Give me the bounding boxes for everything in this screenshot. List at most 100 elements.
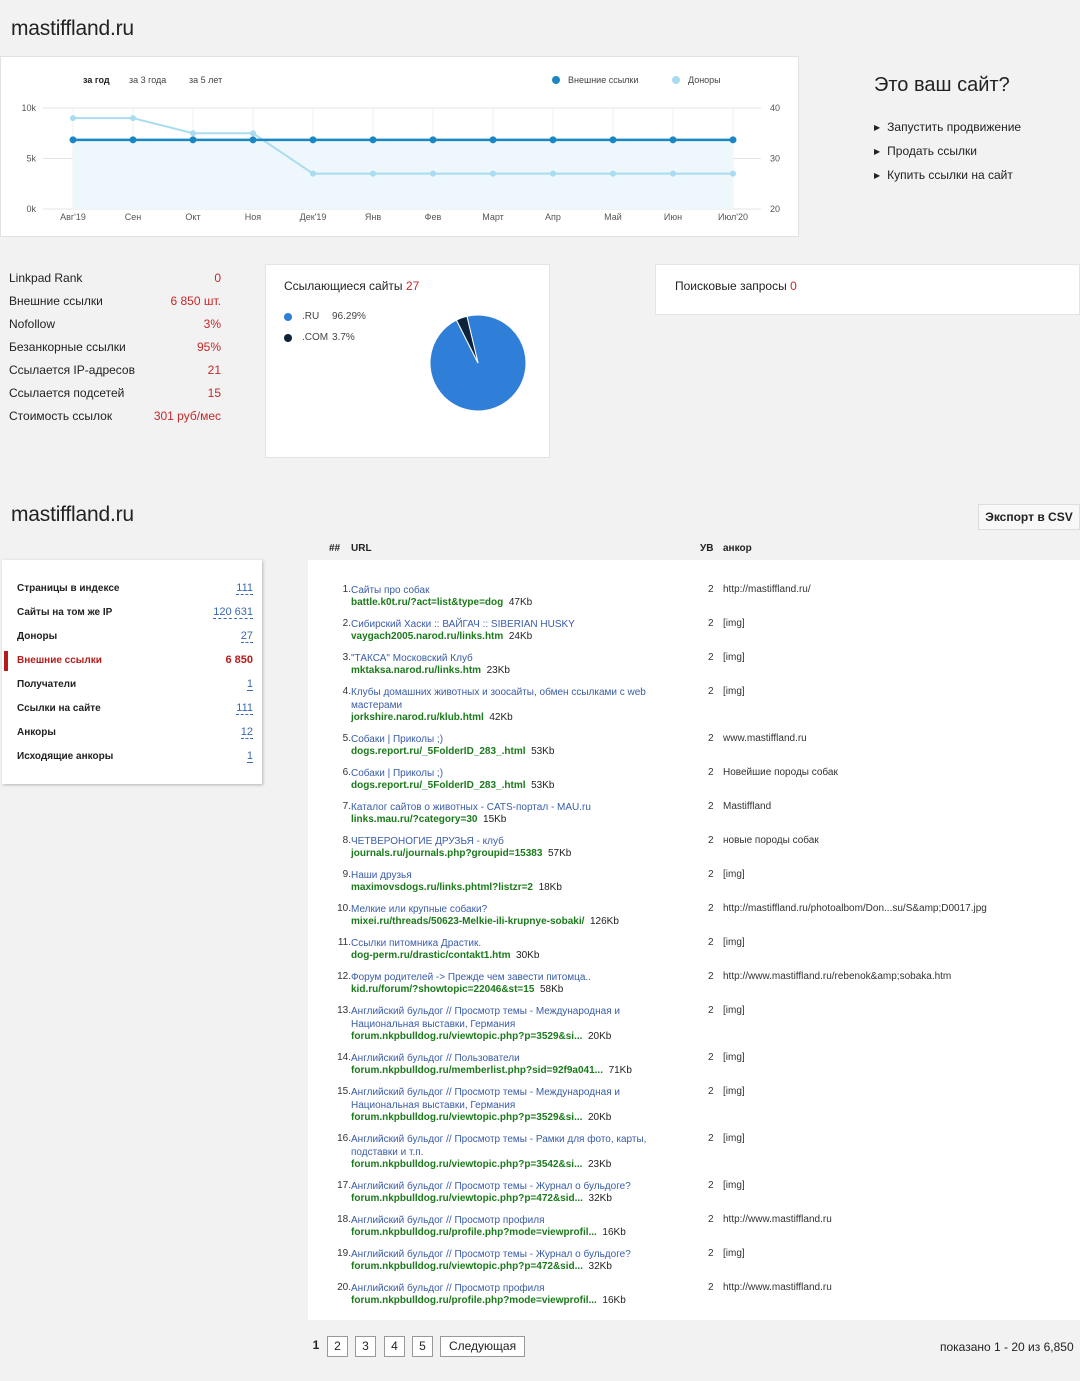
nav-item-label: Внешние ссылки	[17, 655, 102, 666]
row-title-link[interactable]: Собаки | Приколы ;)	[351, 767, 681, 780]
promo-link-promote[interactable]: ▶ Запустить продвижение	[874, 120, 1021, 134]
row-url-link[interactable]: forum.nkpbulldog.ru/profile.php?mode=vie…	[351, 1295, 597, 1306]
row-title-link[interactable]: Английский бульдог // Пользователи	[351, 1052, 681, 1065]
export-csv-button[interactable]: Экспорт в CSV	[978, 504, 1080, 530]
nav-item-count[interactable]: 27	[240, 630, 253, 643]
row-anchor: http://mastiffland.ru/	[723, 584, 811, 595]
row-url: forum.nkpbulldog.ru/memberlist.php?sid=9…	[351, 1065, 632, 1076]
row-uv: 2	[708, 686, 714, 697]
row-title-link[interactable]: Ссылки питомника Драстик.	[351, 937, 681, 950]
row-url: links.mau.ru/?category=30 15Kb	[351, 814, 506, 825]
row-page-size: 23Kb	[587, 1159, 612, 1170]
pie-legend-ru[interactable]: .RU 96.29%	[284, 311, 366, 322]
legend-dot-icon	[284, 333, 292, 342]
row-title-link[interactable]: Сайты про собак	[351, 584, 681, 597]
side-nav: Страницы в индексе 111 Сайты на том же IP…	[2, 560, 262, 784]
nav-item-count[interactable]: 1	[246, 678, 253, 691]
row-title-link[interactable]: Сибирский Хаски :: ВАЙГАЧ :: SIBERIAN HU…	[351, 618, 681, 631]
row-url-link[interactable]: jorkshire.narod.ru/klub.html	[351, 712, 484, 723]
nav-item-recipients[interactable]: Получатели 1	[2, 675, 262, 695]
page-button-4[interactable]: 4	[384, 1336, 405, 1357]
donors-point	[130, 115, 136, 122]
row-title-link[interactable]: Английский бульдог // Просмотр профиля	[351, 1214, 681, 1227]
row-title-link[interactable]: Собаки | Приколы ;)	[351, 733, 681, 746]
row-anchor: [img]	[723, 652, 745, 663]
nav-item-count[interactable]: 12	[240, 726, 253, 739]
card-title-text: Ссылающиеся сайты	[284, 279, 403, 293]
row-url-link[interactable]: forum.nkpbulldog.ru/viewtopic.php?p=472&…	[351, 1261, 583, 1272]
table-row: 13. Английский бульдог // Просмотр темы -…	[308, 1005, 1080, 1052]
promo-link-label: Запустить продвижение	[887, 120, 1022, 134]
row-url-link[interactable]: forum.nkpbulldog.ru/profile.php?mode=vie…	[351, 1227, 597, 1238]
row-url-link[interactable]: vaygach2005.narod.ru/links.htm	[351, 631, 503, 642]
column-header-anchor: анкор	[723, 543, 752, 554]
nav-item-same-ip[interactable]: Сайты на том же IP 120 631	[2, 603, 262, 623]
row-title-link[interactable]: Клубы домашних животных и зоосайты, обме…	[351, 686, 681, 712]
row-url-link[interactable]: forum.nkpbulldog.ru/viewtopic.php?p=472&…	[351, 1193, 583, 1204]
donors-point	[490, 170, 496, 177]
promo-link-buy[interactable]: ▶ Купить ссылки на сайт	[874, 168, 1013, 182]
page-button-5[interactable]: 5	[412, 1336, 433, 1357]
page-button-3[interactable]: 3	[355, 1336, 376, 1357]
row-url-link[interactable]: mktaksa.narod.ru/links.htm	[351, 665, 481, 676]
row-url: kid.ru/forum/?showtopic=22046&st=15 58Kb	[351, 984, 563, 995]
row-anchor: Mastiffland	[723, 801, 772, 812]
row-url-link[interactable]: journals.ru/journals.php?groupid=15383	[351, 848, 542, 859]
row-title-link[interactable]: ЧЕТВЕРОНОГИЕ ДРУЗЬЯ - клуб	[351, 835, 681, 848]
row-title-link[interactable]: Английский бульдог // Просмотр профиля	[351, 1282, 681, 1295]
row-title-link[interactable]: Английский бульдог // Просмотр темы - Ме…	[351, 1086, 681, 1112]
row-uv: 2	[708, 1086, 714, 1097]
nav-item-count[interactable]: 111	[236, 582, 253, 595]
row-title-link[interactable]: Наши друзья	[351, 869, 681, 882]
row-title-link[interactable]: Мелкие или крупные собаки?	[351, 903, 681, 916]
backlinks-table: 1. Сайты про собак battle.k0t.ru/?act=list…	[308, 560, 1080, 1320]
nav-item-donors[interactable]: Доноры 27	[2, 627, 262, 647]
nav-item-anchors[interactable]: Анкоры 12	[2, 723, 262, 743]
row-url-link[interactable]: dogs.report.ru/_5FolderID_283_.html	[351, 746, 526, 757]
row-url-link[interactable]: forum.nkpbulldog.ru/viewtopic.php?p=3542…	[351, 1159, 582, 1170]
row-title-link[interactable]: Английский бульдог // Просмотр темы - Жу…	[351, 1248, 681, 1261]
row-title-link[interactable]: Английский бульдог // Просмотр темы - Ме…	[351, 1005, 681, 1031]
row-url-link[interactable]: kid.ru/forum/?showtopic=22046&st=15	[351, 984, 534, 995]
triangle-right-icon: ▶	[874, 146, 881, 156]
stat-value: 3%	[203, 317, 221, 331]
row-url-link[interactable]: dog-perm.ru/drastic/contakt1.htm	[351, 950, 510, 961]
nav-item-site-links[interactable]: Ссылки на сайте 111	[2, 699, 262, 719]
nav-item-outgoing-anchors[interactable]: Исходящие анкоры 1	[2, 747, 262, 767]
row-url-link[interactable]: maximovsdogs.ru/links.phtml?listzr=2	[351, 882, 533, 893]
row-title-link[interactable]: Английский бульдог // Просмотр темы - Ра…	[351, 1133, 681, 1159]
nav-item-count[interactable]: 111	[236, 702, 253, 715]
table-row: 17. Английский бульдог // Просмотр темы -…	[308, 1180, 1080, 1214]
stat-anchorless: Безанкорные ссылки 95%	[9, 340, 221, 354]
row-url-link[interactable]: mixei.ru/threads/50623-Melkie-ili-krupny…	[351, 916, 584, 927]
external-links-point	[309, 136, 317, 144]
row-title-link[interactable]: Каталог сайтов о животных - CATS-портал …	[351, 801, 681, 814]
row-uv: 2	[708, 1248, 714, 1259]
row-uv: 2	[708, 1180, 714, 1191]
row-url-link[interactable]: forum.nkpbulldog.ru/viewtopic.php?p=3529…	[351, 1112, 582, 1123]
row-number: 16.	[337, 1133, 351, 1144]
nav-item-external-links[interactable]: Внешние ссылки 6 850	[2, 651, 262, 671]
row-title-link[interactable]: Форум родителей -> Прежде чем завести пи…	[351, 971, 681, 984]
y-tick-label-right: 20	[770, 204, 780, 214]
promo-link-sell[interactable]: ▶ Продать ссылки	[874, 144, 977, 158]
card-title-text: Поисковые запросы	[675, 279, 787, 293]
nav-item-indexed-pages[interactable]: Страницы в индексе 111	[2, 579, 262, 599]
row-url-link[interactable]: dogs.report.ru/_5FolderID_283_.html	[351, 780, 526, 791]
nav-item-count[interactable]: 120 631	[213, 606, 253, 619]
pie-legend-com[interactable]: .COM 3.7%	[284, 332, 355, 343]
table-row: 1. Сайты про собак battle.k0t.ru/?act=list…	[308, 584, 1080, 618]
row-url-link[interactable]: forum.nkpbulldog.ru/memberlist.php?sid=9…	[351, 1065, 603, 1076]
row-number: 4.	[342, 686, 351, 697]
row-url-link[interactable]: battle.k0t.ru/?act=list&type=dog	[351, 597, 503, 608]
row-anchor: [img]	[723, 1086, 745, 1097]
row-title-link[interactable]: Английский бульдог // Просмотр темы - Жу…	[351, 1180, 681, 1193]
row-title-link[interactable]: "ТАКСА" Московский Клуб	[351, 652, 681, 665]
row-url-link[interactable]: links.mau.ru/?category=30	[351, 814, 477, 825]
next-page-button[interactable]: Следующая	[440, 1336, 525, 1357]
promo-link-label: Продать ссылки	[887, 144, 977, 158]
page-button-2[interactable]: 2	[327, 1336, 348, 1357]
row-url-link[interactable]: forum.nkpbulldog.ru/viewtopic.php?p=3529…	[351, 1031, 582, 1042]
row-page-size: 32Kb	[588, 1261, 612, 1272]
nav-item-count[interactable]: 1	[246, 750, 253, 763]
